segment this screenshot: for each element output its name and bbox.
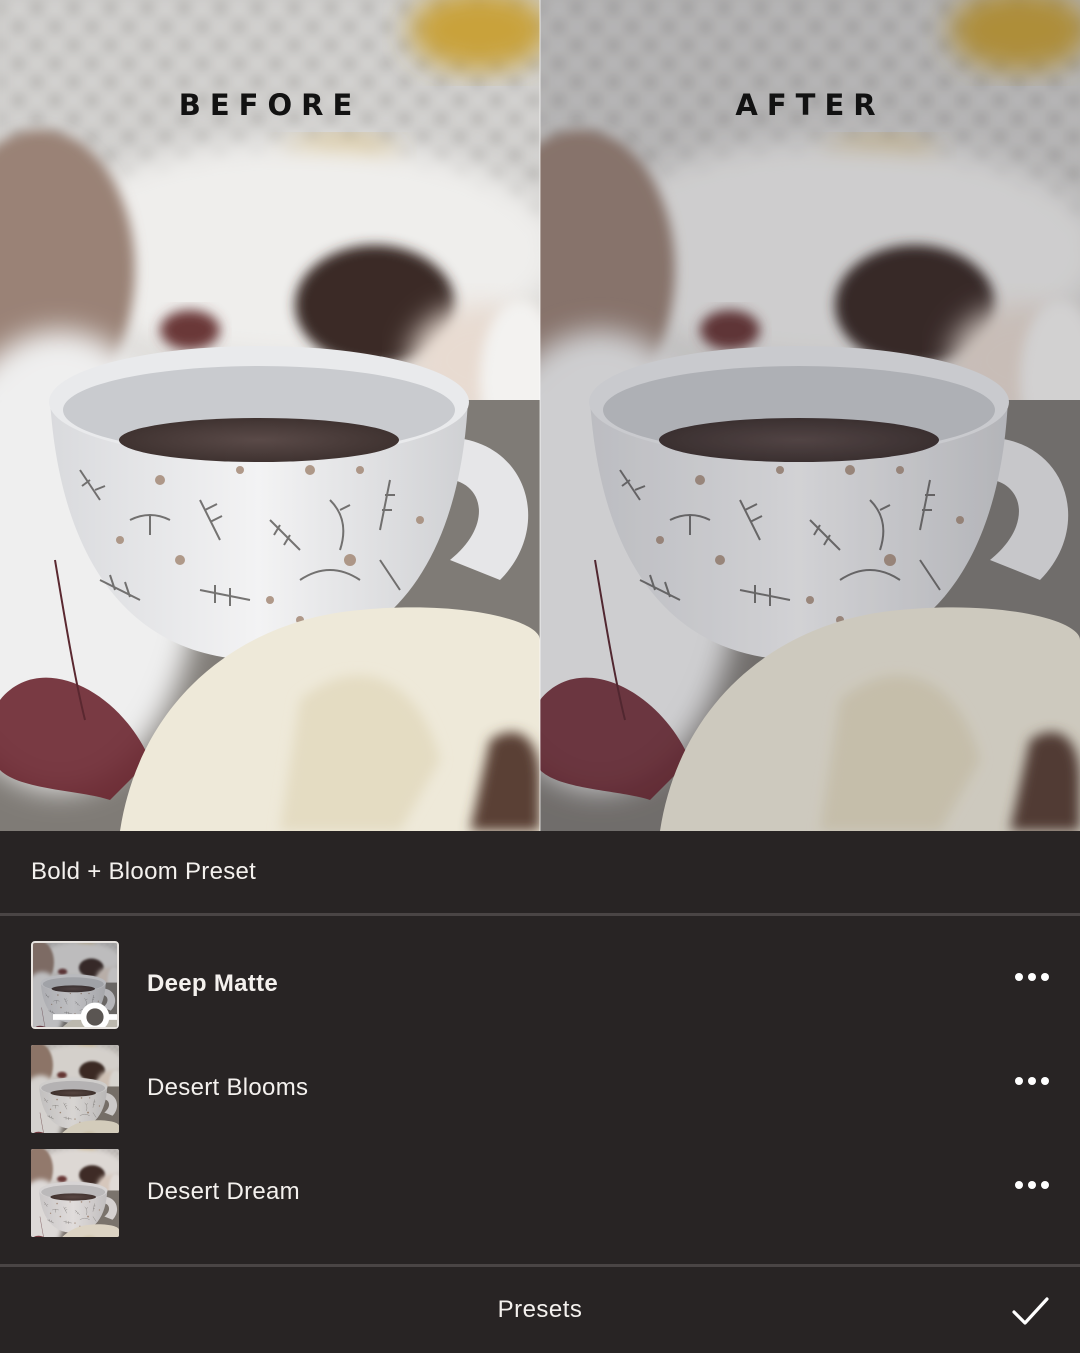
before-label: BEFORE	[178, 88, 362, 122]
teacup-photo-edited-image	[540, 0, 1080, 831]
more-dots-icon[interactable]	[1008, 1069, 1056, 1093]
preset-thumbnail[interactable]	[31, 1149, 119, 1237]
before-photo: BEFORE	[0, 0, 540, 831]
preset-item-desert-blooms[interactable]: Desert Blooms	[0, 1043, 1080, 1135]
preset-thumbnail-image	[31, 1045, 119, 1133]
bottom-toolbar: Presets	[0, 1264, 1080, 1353]
before-after-comparison: BEFORE AFTER	[0, 0, 1080, 831]
preset-thumbnail-image	[31, 1149, 119, 1237]
adjust-sliders-icon	[53, 1002, 117, 1027]
preset-group-header[interactable]: Bold + Bloom Preset	[0, 831, 1080, 916]
more-dots-icon[interactable]	[1008, 1173, 1056, 1197]
checkmark-icon[interactable]	[1008, 1289, 1052, 1333]
preset-name: Desert Dream	[147, 1178, 300, 1205]
after-label: AFTER	[735, 88, 885, 122]
comparison-divider[interactable]	[539, 0, 541, 831]
after-photo: AFTER	[540, 0, 1080, 831]
more-dots-icon[interactable]	[1008, 965, 1056, 989]
preset-group-title: Bold + Bloom Preset	[31, 858, 257, 885]
preset-item-deep-matte[interactable]: Deep Matte	[0, 939, 1080, 1031]
preset-item-desert-dream[interactable]: Desert Dream	[0, 1147, 1080, 1239]
preset-name: Desert Blooms	[147, 1074, 309, 1101]
preset-thumbnail[interactable]	[31, 1045, 119, 1133]
teacup-photo-image	[0, 0, 540, 831]
preset-panel: Bold + Bloom Preset Deep Matte Desert Bl…	[0, 831, 1080, 1350]
presets-tab-title[interactable]: Presets	[0, 1296, 1080, 1324]
preset-thumbnail[interactable]	[31, 941, 119, 1029]
preset-name: Deep Matte	[147, 970, 279, 997]
